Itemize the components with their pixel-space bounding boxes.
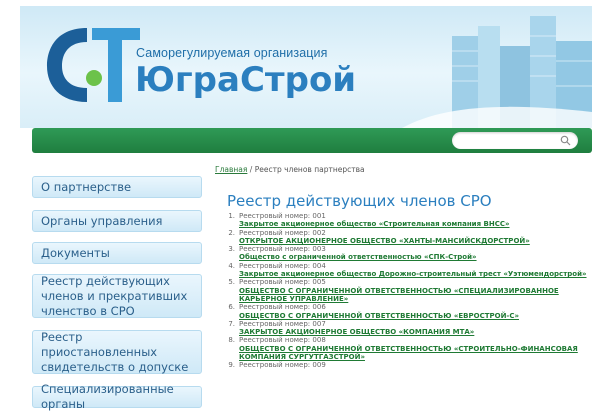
sidebar-item-suspended-registry[interactable]: Реестр приостановленных свидетельств о д…	[32, 330, 202, 374]
registry-number: 002	[312, 228, 326, 237]
skyline-image	[402, 16, 592, 128]
search-box[interactable]	[452, 132, 578, 149]
sidebar-item-members-registry[interactable]: Реестр действующих членов и прекративших…	[32, 274, 202, 318]
sidebar-item-label: Документы	[41, 245, 110, 260]
sidebar-item-label: Органы управления	[41, 213, 163, 228]
sidebar-item-management[interactable]: Органы управления	[32, 210, 202, 232]
sidebar-item-label: Реестр приостановленных свидетельств о д…	[41, 329, 189, 374]
page-title: Реестр действующих членов СРО	[227, 192, 492, 210]
registry-number: 007	[312, 319, 326, 328]
list-item: 4. Реестровый номер: 004 Закрытое акцион…	[223, 262, 595, 279]
breadcrumb-current: Реестр членов партнерства	[254, 165, 365, 174]
item-index: 8.	[228, 336, 235, 345]
breadcrumb-separator: /	[247, 165, 255, 174]
registry-number: 004	[312, 261, 326, 270]
registry-number-label: Реестровый номер:	[239, 319, 311, 328]
org-name: ЮграСтрой	[135, 60, 357, 100]
member-link[interactable]: Общество с ограниченной ответственностью…	[239, 253, 595, 261]
registry-number-label: Реестровый номер:	[239, 245, 311, 254]
site-header: Саморегулируемая организация ЮграСтрой	[20, 6, 592, 128]
registry-number-label: Реестровый номер:	[239, 228, 311, 237]
registry-number-label: Реестровый номер:	[239, 361, 311, 370]
item-index: 4.	[228, 261, 235, 270]
sidebar-item-about[interactable]: О партнерстве	[32, 176, 202, 198]
registry-number-label: Реестровый номер:	[239, 303, 311, 312]
search-icon[interactable]	[560, 135, 571, 146]
member-link[interactable]: ЗАКРЫТОЕ АКЦИОНЕРНОЕ ОБЩЕСТВО «КОМПАНИЯ …	[239, 328, 595, 336]
registry-number-label: Реестровый номер:	[239, 278, 311, 287]
item-index: 2.	[228, 228, 235, 237]
registry-number: 009	[312, 361, 326, 370]
registry-number: 006	[312, 303, 326, 312]
item-index: 5.	[228, 278, 235, 287]
member-link[interactable]: ОБЩЕСТВО С ОГРАНИЧЕННОЙ ОТВЕТСТВЕННОСТЬЮ…	[239, 312, 595, 320]
list-item: 2. Реестровый номер: 002 ОТКРЫТОЕ АКЦИОН…	[223, 229, 595, 246]
list-item: 7. Реестровый номер: 007 ЗАКРЫТОЕ АКЦИОН…	[223, 320, 595, 337]
member-link[interactable]: Закрытое акционерное общество «Строитель…	[239, 220, 595, 228]
member-link[interactable]: ОБЩЕСТВО С ОГРАНИЧЕННОЙ ОТВЕТСТВЕННОСТЬЮ…	[239, 287, 595, 304]
sidebar-item-label: Реестр действующих членов и прекративших…	[41, 273, 188, 318]
search-input[interactable]	[460, 134, 556, 146]
registry-number-label: Реестровый номер:	[239, 261, 311, 270]
breadcrumb-home-link[interactable]: Главная	[215, 165, 247, 174]
org-subtitle: Саморегулируемая организация	[136, 46, 328, 60]
item-index: 6.	[228, 303, 235, 312]
sidebar-item-specialized-bodies[interactable]: Специализированные органы	[32, 382, 202, 411]
item-index: 7.	[228, 319, 235, 328]
registry-number: 003	[312, 245, 326, 254]
logo-icon	[47, 28, 140, 102]
registry-number: 005	[312, 278, 326, 287]
list-item: 9. Реестровый номер: 009	[223, 361, 595, 369]
member-link[interactable]: ОТКРЫТОЕ АКЦИОНЕРНОЕ ОБЩЕСТВО «ХАНТЫ-МАН…	[239, 237, 595, 245]
list-item: 8. Реестровый номер: 008 ОБЩЕСТВО С ОГРА…	[223, 336, 595, 361]
registry-number: 008	[312, 336, 326, 345]
item-index: 9.	[228, 361, 235, 370]
sidebar-item-label: Специализированные органы	[41, 382, 174, 411]
breadcrumb: Главная / Реестр членов партнерства	[215, 165, 365, 174]
registry-number: 001	[312, 212, 326, 220]
registry-number-label: Реестровый номер:	[239, 336, 311, 345]
list-item: 6. Реестровый номер: 006 ОБЩЕСТВО С ОГРА…	[223, 303, 595, 320]
list-item: 1. Реестровый номер: 001 Закрытое акцион…	[223, 212, 595, 229]
registry-list: 1. Реестровый номер: 001 Закрытое акцион…	[223, 212, 595, 370]
member-link[interactable]: ОБЩЕСТВО С ОГРАНИЧЕННОЙ ОТВЕТСТВЕННОСТЬЮ…	[239, 345, 595, 362]
list-item: 3. Реестровый номер: 003 Общество с огра…	[223, 245, 595, 262]
member-link[interactable]: Закрытое акционерное общество Дорожно-ст…	[239, 270, 595, 278]
sidebar-item-documents[interactable]: Документы	[32, 242, 202, 264]
list-item: 5. Реестровый номер: 005 ОБЩЕСТВО С ОГРА…	[223, 278, 595, 303]
item-index: 3.	[228, 245, 235, 254]
registry-number-label: Реестровый номер:	[239, 212, 311, 220]
top-nav-bar	[32, 128, 592, 153]
item-index: 1.	[228, 212, 235, 220]
sidebar-item-label: О партнерстве	[41, 179, 132, 194]
